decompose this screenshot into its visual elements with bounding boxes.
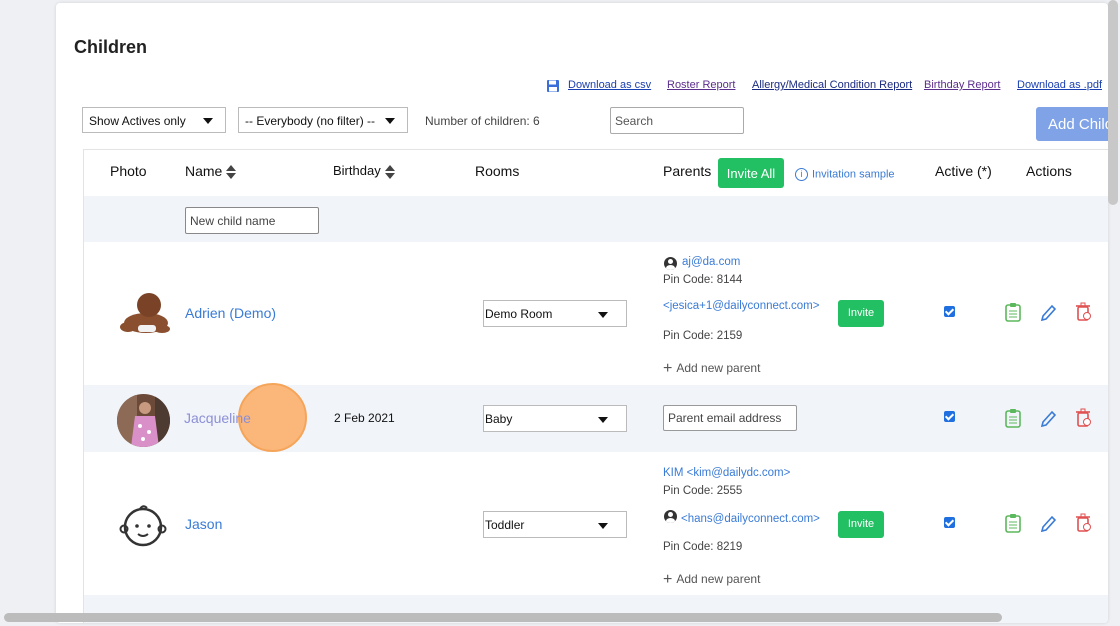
child-photo-jacqueline: [117, 394, 170, 447]
parent-email-link[interactable]: KIM <kim@dailydc.com>: [663, 467, 790, 479]
chevron-down-icon: [203, 118, 213, 124]
edit-pencil-icon[interactable]: [1039, 409, 1057, 429]
invite-all-button[interactable]: Invite All: [718, 158, 784, 188]
parent-pin-code: Pin Code: 2555: [663, 485, 743, 497]
child-birthday: 2 Feb 2021: [334, 411, 395, 425]
edit-pencil-icon[interactable]: [1039, 303, 1057, 323]
chevron-down-icon: [598, 312, 608, 318]
child-name-link[interactable]: Jason: [185, 516, 222, 532]
active-checkbox[interactable]: [944, 306, 955, 317]
sort-icon[interactable]: [226, 165, 237, 180]
column-birthday-label: Birthday: [333, 163, 381, 178]
add-new-parent-label: Add new parent: [676, 572, 761, 586]
parent-pin-code: Pin Code: 8144: [663, 274, 743, 286]
column-active: Active (*): [935, 163, 992, 179]
parent-email-link[interactable]: <jesica+1@dailyconnect.com>: [663, 300, 819, 312]
baby-face-icon: [119, 505, 167, 547]
allergy-report-link[interactable]: Allergy/Medical Condition Report: [752, 79, 912, 91]
new-child-name-input[interactable]: [185, 207, 319, 234]
parent-email-link[interactable]: aj@da.com: [682, 256, 740, 268]
chevron-down-icon: [385, 118, 395, 124]
room-select-value: Baby: [485, 412, 513, 426]
clipboard-icon[interactable]: [1004, 408, 1022, 428]
child-name-link[interactable]: Adrien (Demo): [185, 305, 276, 321]
invitation-sample-label: Invitation sample: [812, 168, 895, 181]
sort-icon[interactable]: [384, 164, 395, 179]
add-new-parent-label: Add new parent: [676, 361, 761, 375]
children-panel: Children Download as csv Roster Report A…: [56, 3, 1108, 623]
column-rooms: Rooms: [475, 163, 520, 179]
room-select[interactable]: Demo Room: [483, 300, 627, 327]
chevron-down-icon: [598, 417, 608, 423]
search-input[interactable]: [610, 107, 744, 134]
page-title: Children: [74, 37, 148, 57]
roster-report-link[interactable]: Roster Report: [667, 79, 735, 91]
column-parents: Parents: [663, 163, 712, 179]
add-new-parent-link[interactable]: + Add new parent: [663, 360, 760, 378]
column-name-label: Name: [185, 163, 223, 179]
info-icon: i: [795, 168, 808, 181]
parent-email-input[interactable]: [663, 405, 797, 431]
invitation-sample-link[interactable]: i Invitation sample: [795, 168, 895, 181]
room-select-value: Demo Room: [485, 307, 553, 321]
child-name-link[interactable]: Jacqueline: [184, 410, 251, 426]
child-photo-adrien: [120, 293, 170, 333]
parent-email-link[interactable]: <hans@dailyconnect.com>: [681, 513, 820, 525]
chevron-down-icon: [598, 523, 608, 529]
actives-filter-select[interactable]: Show Actives only: [82, 107, 226, 133]
edit-pencil-icon[interactable]: [1039, 514, 1057, 534]
birthday-report-link[interactable]: Birthday Report: [924, 79, 1000, 91]
trash-icon[interactable]: [1074, 302, 1092, 322]
download-csv-link[interactable]: Download as csv: [568, 79, 651, 91]
trash-icon[interactable]: [1074, 513, 1092, 533]
user-account-icon: [664, 257, 677, 270]
room-select[interactable]: Toddler: [483, 511, 627, 538]
room-select[interactable]: Baby: [483, 405, 627, 432]
parent-pin-code: Pin Code: 8219: [663, 541, 743, 553]
plus-icon: +: [663, 360, 673, 377]
column-birthday[interactable]: Birthday: [333, 163, 395, 179]
invite-parent-button[interactable]: Invite: [838, 511, 884, 538]
column-actions: Actions: [1026, 163, 1072, 179]
invite-parent-button[interactable]: Invite: [838, 300, 884, 327]
group-filter-select[interactable]: -- Everybody (no filter) --: [238, 107, 408, 133]
add-new-parent-link[interactable]: + Add new parent: [663, 571, 760, 589]
children-count: Number of children: 6: [425, 114, 540, 128]
room-select-value: Toddler: [485, 518, 525, 532]
download-pdf-link[interactable]: Download as .pdf: [1017, 79, 1102, 91]
user-account-icon: [664, 510, 677, 523]
group-filter-value: -- Everybody (no filter) --: [245, 114, 376, 128]
save-icon[interactable]: [546, 79, 560, 93]
clipboard-icon[interactable]: [1004, 513, 1022, 533]
active-checkbox[interactable]: [944, 517, 955, 528]
trash-icon[interactable]: [1074, 408, 1092, 428]
parent-pin-code: Pin Code: 2159: [663, 330, 743, 342]
actives-filter-value: Show Actives only: [89, 114, 186, 128]
plus-icon: +: [663, 571, 673, 588]
clipboard-icon[interactable]: [1004, 302, 1022, 322]
horizontal-scrollbar[interactable]: [4, 613, 1002, 622]
active-checkbox[interactable]: [944, 411, 955, 422]
column-photo: Photo: [110, 163, 147, 179]
column-name[interactable]: Name: [185, 163, 237, 180]
add-child-button[interactable]: Add Child: [1036, 107, 1108, 141]
vertical-scrollbar[interactable]: [1108, 0, 1118, 205]
